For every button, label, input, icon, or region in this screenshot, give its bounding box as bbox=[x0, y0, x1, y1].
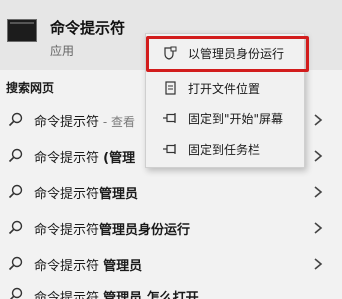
list-item[interactable]: 命令提示符管理员 bbox=[0, 174, 342, 210]
list-item-label: 命令提示符管理员身份运行 bbox=[34, 223, 191, 238]
list-item-label: 命令提示符 管理员 bbox=[34, 259, 143, 274]
list-item-label: 命令提示符管理员 bbox=[34, 187, 139, 202]
chevron-right-icon[interactable] bbox=[312, 113, 324, 127]
search-icon bbox=[9, 287, 23, 299]
list-item[interactable]: 命令提示符 管理员 怎么打开 bbox=[0, 285, 342, 299]
chevron-right-icon[interactable] bbox=[312, 149, 324, 163]
pin-icon bbox=[163, 144, 176, 154]
search-icon bbox=[8, 184, 23, 199]
pin-icon bbox=[163, 113, 176, 123]
search-icon bbox=[8, 148, 23, 163]
section-title-web-search: 搜索网页 bbox=[6, 81, 55, 95]
chevron-right-icon[interactable] bbox=[312, 221, 324, 235]
highlight-box bbox=[146, 36, 309, 72]
chevron-right-icon[interactable] bbox=[312, 185, 324, 199]
list-item-label: 命令提示符 (管理 bbox=[34, 151, 136, 166]
best-match-title: 命令提示符 bbox=[50, 19, 126, 37]
chevron-right-icon[interactable] bbox=[312, 257, 324, 271]
context-menu: 以管理员身份运行 打开文件位置 固定到"开始"屏幕 固定到任务栏 bbox=[145, 33, 309, 168]
list-item[interactable]: 命令提示符管理员身份运行 bbox=[0, 210, 342, 246]
search-icon bbox=[8, 220, 23, 235]
list-item-label: 命令提示符 - 查看 bbox=[34, 115, 135, 130]
menu-item-pin-to-start[interactable]: 固定到"开始"屏幕 bbox=[146, 104, 304, 132]
command-prompt-icon bbox=[7, 19, 37, 42]
folder-icon bbox=[165, 81, 176, 95]
search-icon bbox=[8, 112, 23, 127]
menu-item-label: 打开文件位置 bbox=[188, 82, 261, 96]
menu-item-pin-to-taskbar[interactable]: 固定到任务栏 bbox=[146, 135, 304, 163]
list-item[interactable]: 命令提示符 管理员 bbox=[0, 246, 342, 282]
menu-item-label: 固定到任务栏 bbox=[188, 143, 261, 157]
menu-item-open-file-location[interactable]: 打开文件位置 bbox=[146, 74, 304, 102]
search-icon bbox=[8, 256, 23, 271]
list-item-label: 命令提示符 管理员 怎么打开 bbox=[34, 291, 199, 299]
menu-item-label: 固定到"开始"屏幕 bbox=[188, 112, 284, 126]
best-match-subtitle: 应用 bbox=[50, 44, 75, 58]
